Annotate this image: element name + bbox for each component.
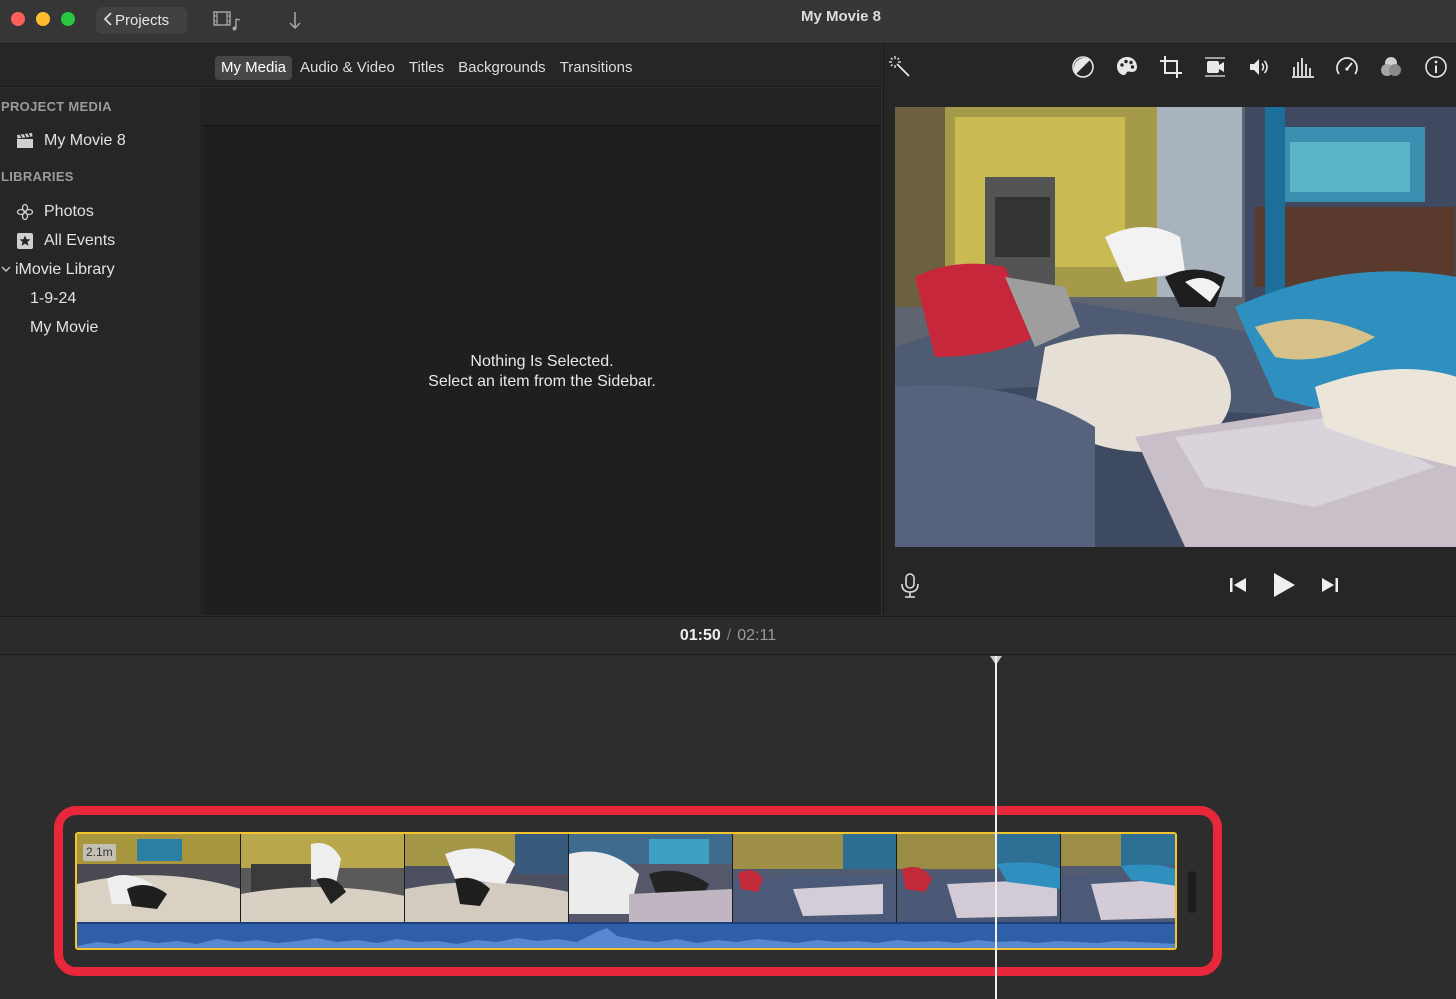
clip-thumbnail	[733, 834, 897, 922]
timeline-scroll-handle[interactable]	[1188, 871, 1196, 913]
title-bar: Projects My Movie 8	[0, 0, 1456, 44]
imovie-window: Projects My Movie 8 My Media Audio & Vid…	[0, 0, 1456, 999]
current-time: 01:50	[679, 627, 721, 644]
empty-state-subtitle: Select an item from the Sidebar.	[428, 373, 656, 390]
sidebar-item-label: iMovie Library	[15, 261, 115, 278]
tab-titles[interactable]: Titles	[403, 56, 450, 80]
clapperboard-icon	[16, 133, 34, 149]
skip-back-icon[interactable]	[1228, 576, 1248, 599]
playback-controls	[884, 565, 1456, 605]
clip-thumbnail: 2.1m	[77, 834, 241, 922]
chevron-down-icon[interactable]	[1, 261, 11, 279]
tab-transitions[interactable]: Transitions	[554, 56, 639, 80]
filter-icon[interactable]	[1379, 55, 1403, 79]
project-media-heading: PROJECT MEDIA	[1, 99, 112, 114]
time-separator: /	[726, 627, 732, 644]
speed-icon[interactable]	[1335, 55, 1359, 79]
clip-thumbnail	[405, 834, 569, 922]
sidebar-item-imovie-library[interactable]: iMovie Library	[1, 261, 115, 279]
window-title: My Movie 8	[800, 8, 882, 25]
viewer-panel	[883, 45, 1456, 615]
viewer-toolbar	[884, 45, 1456, 89]
info-icon[interactable]	[1424, 55, 1448, 79]
sidebar-item-label: 1-9-24	[30, 290, 77, 307]
clip-thumbnail	[897, 834, 1061, 922]
sidebar-item-label: Photos	[44, 203, 94, 220]
sidebar-item-my-movie-8[interactable]: My Movie 8	[16, 132, 126, 150]
clip-filmstrip: 2.1m	[77, 834, 1175, 922]
play-icon[interactable]	[1272, 572, 1296, 603]
media-browser: Nothing Is Selected. Select an item from…	[203, 88, 881, 615]
timeline[interactable]: 2.1m	[0, 656, 1456, 999]
playhead[interactable]	[995, 656, 997, 999]
clip-thumbnail	[241, 834, 405, 922]
volume-icon[interactable]	[1247, 55, 1271, 79]
audio-waveform[interactable]	[77, 924, 1175, 948]
sidebar-item-event-1-9-24[interactable]: 1-9-24	[30, 290, 76, 308]
video-clip[interactable]: 2.1m	[75, 832, 1177, 950]
video-frame-image	[895, 107, 1456, 547]
microphone-icon[interactable]	[900, 573, 920, 604]
timecode-bar: 01:50 / 02:11	[0, 616, 1456, 655]
magic-wand-icon[interactable]	[888, 55, 912, 79]
equalizer-icon[interactable]	[1291, 55, 1315, 79]
total-duration: 02:11	[737, 627, 777, 644]
stabilize-camera-icon[interactable]	[1203, 55, 1227, 79]
color-balance-icon[interactable]	[1071, 55, 1095, 79]
sidebar-item-label: All Events	[44, 232, 116, 249]
crop-icon[interactable]	[1159, 55, 1183, 79]
skip-forward-icon[interactable]	[1320, 576, 1340, 599]
empty-state-title: Nothing Is Selected.	[470, 353, 614, 370]
empty-state-message: Nothing Is Selected. Select an item from…	[203, 352, 881, 392]
libraries-heading: LIBRARIES	[1, 169, 74, 184]
browser-tab-bar: My Media Audio & Video Titles Background…	[0, 45, 881, 87]
photos-icon	[16, 203, 34, 221]
browser-subbar	[203, 88, 881, 126]
sidebar-item-my-movie[interactable]: My Movie	[30, 319, 98, 337]
libraries-sidebar: PROJECT MEDIA My Movie 8 LIBRARIES Photo…	[0, 88, 202, 615]
sidebar-item-photos[interactable]: Photos	[16, 203, 94, 221]
tab-my-media[interactable]: My Media	[215, 56, 293, 80]
clip-duration-badge: 2.1m	[83, 844, 116, 861]
tab-backgrounds[interactable]: Backgrounds	[452, 56, 552, 80]
sidebar-item-all-events[interactable]: All Events	[16, 232, 115, 250]
video-preview[interactable]	[895, 107, 1456, 547]
clip-thumbnail	[1061, 834, 1175, 922]
sidebar-item-label: My Movie	[30, 319, 99, 336]
clip-thumbnail	[569, 834, 733, 922]
color-palette-icon[interactable]	[1115, 55, 1139, 79]
star-icon	[16, 232, 34, 250]
tab-audio-video[interactable]: Audio & Video	[294, 56, 401, 80]
sidebar-item-label: My Movie 8	[44, 132, 126, 149]
